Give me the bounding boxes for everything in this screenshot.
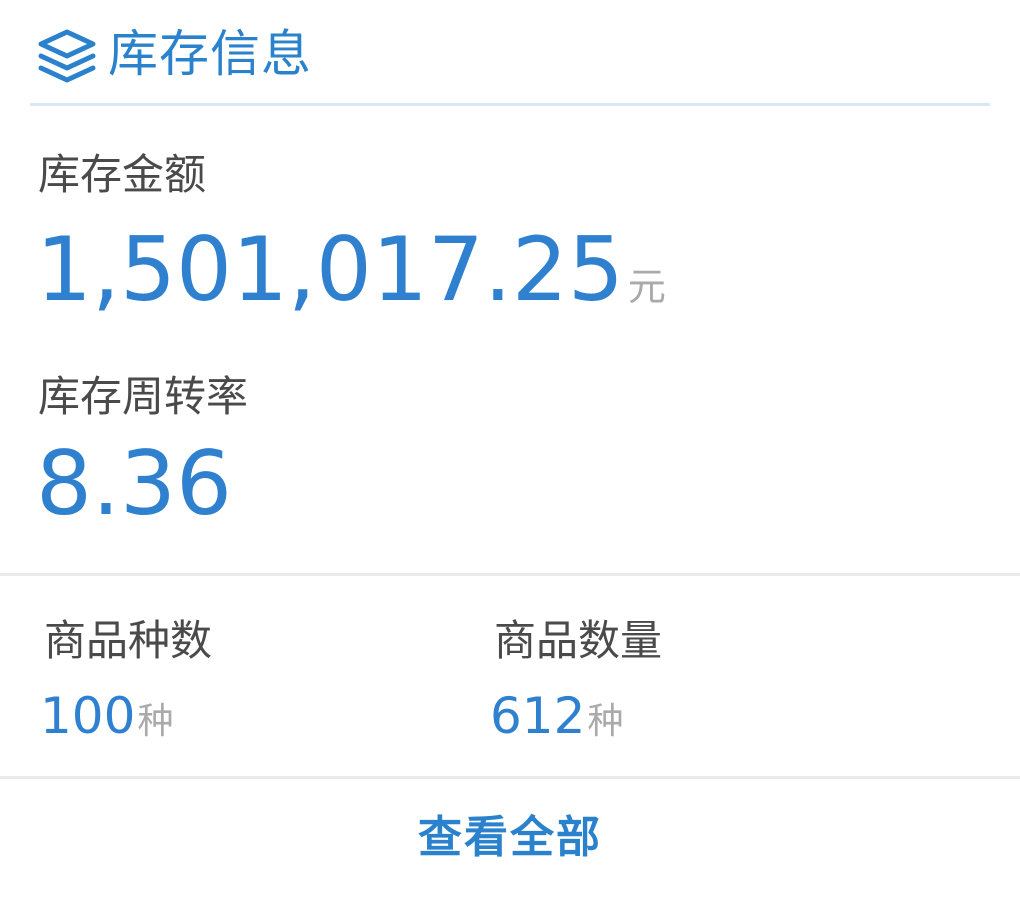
- product-kinds-unit: 种: [137, 701, 174, 742]
- footer-divider: [0, 776, 1020, 779]
- inventory-amount-unit: 元: [627, 265, 666, 309]
- product-kinds-value: 100种: [40, 686, 173, 746]
- turnover-rate-value: 8.36: [36, 434, 232, 534]
- product-quantity-value: 612种: [490, 686, 623, 746]
- card-title: 库存信息: [108, 25, 312, 83]
- inventory-amount-value: 1,501,017.25 元: [36, 220, 666, 320]
- card-header: 库存信息: [30, 0, 990, 106]
- turnover-rate-label: 库存周转率: [38, 372, 249, 421]
- product-quantity-number: 612: [490, 687, 586, 745]
- product-kinds-number: 100: [40, 687, 136, 745]
- view-all-button[interactable]: 查看全部: [0, 808, 1020, 868]
- turnover-rate-number: 8.36: [36, 432, 232, 535]
- product-kinds-label: 商品种数: [44, 616, 213, 665]
- inventory-amount-number: 1,501,017.25: [36, 218, 624, 321]
- product-quantity-label: 商品数量: [494, 616, 663, 665]
- layers-icon: [36, 28, 98, 86]
- product-quantity-unit: 种: [587, 701, 624, 742]
- inventory-amount-label: 库存金额: [38, 150, 207, 199]
- section-divider: [0, 573, 1020, 576]
